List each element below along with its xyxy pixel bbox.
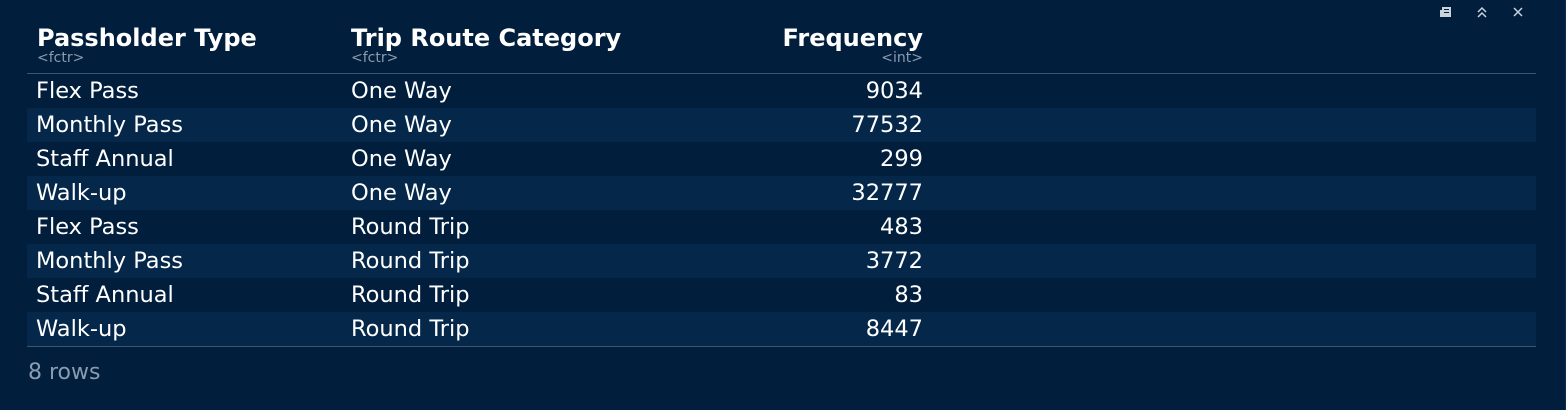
collapse-icon[interactable] bbox=[1475, 5, 1489, 19]
column-name: Trip Route Category bbox=[351, 24, 622, 52]
cell-frequency: 32777 bbox=[851, 180, 923, 206]
column-name: Frequency bbox=[782, 24, 923, 52]
cell-passholder-type: Walk-up bbox=[36, 316, 127, 342]
table-row: Staff Annual One Way 299 bbox=[27, 142, 1536, 176]
cell-trip-route-category: One Way bbox=[351, 146, 452, 172]
column-header-frequency[interactable]: Frequency <int> bbox=[707, 23, 923, 65]
cell-frequency: 9034 bbox=[865, 78, 923, 104]
cell-passholder-type: Flex Pass bbox=[36, 214, 139, 240]
export-icon[interactable] bbox=[1439, 5, 1453, 19]
column-header-trip-route-category[interactable]: Trip Route Category <fctr> bbox=[351, 23, 621, 65]
cell-frequency: 299 bbox=[880, 146, 923, 172]
chunk-output-panel: Passholder Type <fctr> Trip Route Catego… bbox=[0, 0, 1566, 410]
cell-frequency: 77532 bbox=[851, 112, 923, 138]
cell-passholder-type: Monthly Pass bbox=[36, 248, 184, 274]
column-type: <fctr> bbox=[351, 50, 399, 66]
table-row: Walk-up One Way 32777 bbox=[27, 176, 1536, 210]
cell-frequency: 3772 bbox=[865, 248, 923, 274]
table-row: Monthly Pass One Way 77532 bbox=[27, 108, 1536, 142]
table-row: Walk-up Round Trip 8447 bbox=[27, 312, 1536, 346]
row-count-label: 8 rows bbox=[28, 360, 101, 385]
cell-trip-route-category: One Way bbox=[351, 78, 452, 104]
table-row: Monthly Pass Round Trip 3772 bbox=[27, 244, 1536, 278]
cell-trip-route-category: Round Trip bbox=[351, 248, 470, 274]
cell-trip-route-category: Round Trip bbox=[351, 316, 470, 342]
cell-passholder-type: Walk-up bbox=[36, 180, 127, 206]
column-header-passholder-type[interactable]: Passholder Type <fctr> bbox=[37, 23, 257, 65]
cell-trip-route-category: Round Trip bbox=[351, 214, 470, 240]
table-row: Flex Pass One Way 9034 bbox=[27, 74, 1536, 108]
cell-trip-route-category: One Way bbox=[351, 180, 452, 206]
column-type: <int> bbox=[881, 50, 923, 66]
output-toolbar bbox=[1439, 4, 1525, 20]
cell-frequency: 83 bbox=[894, 282, 923, 308]
cell-frequency: 483 bbox=[880, 214, 923, 240]
cell-trip-route-category: Round Trip bbox=[351, 282, 470, 308]
cell-passholder-type: Flex Pass bbox=[36, 78, 139, 104]
close-icon[interactable] bbox=[1511, 5, 1525, 19]
table-body: Flex Pass One Way 9034 Monthly Pass One … bbox=[27, 74, 1536, 347]
cell-trip-route-category: One Way bbox=[351, 112, 452, 138]
cell-frequency: 8447 bbox=[865, 316, 923, 342]
table-row: Staff Annual Round Trip 83 bbox=[27, 278, 1536, 312]
column-name: Passholder Type bbox=[37, 24, 257, 52]
cell-passholder-type: Staff Annual bbox=[36, 146, 174, 172]
column-type: <fctr> bbox=[37, 50, 85, 66]
cell-passholder-type: Staff Annual bbox=[36, 282, 174, 308]
table-header: Passholder Type <fctr> Trip Route Catego… bbox=[27, 23, 1536, 74]
data-table: Passholder Type <fctr> Trip Route Catego… bbox=[27, 23, 1536, 347]
table-row: Flex Pass Round Trip 483 bbox=[27, 210, 1536, 244]
cell-passholder-type: Monthly Pass bbox=[36, 112, 184, 138]
